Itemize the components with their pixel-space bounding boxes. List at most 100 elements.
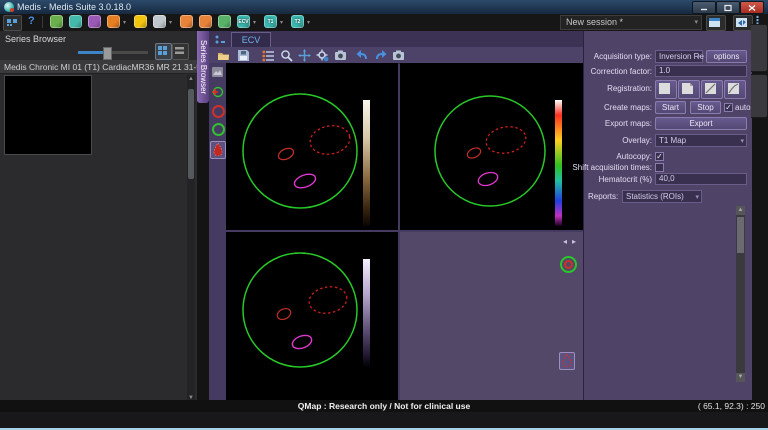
reports-select[interactable]: Statistics (ROIs)▾ bbox=[622, 190, 702, 203]
app-icon-8[interactable] bbox=[199, 15, 212, 28]
toolbox-vertical-tab[interactable] bbox=[751, 24, 768, 72]
scrollbar-thumb[interactable] bbox=[188, 89, 194, 179]
roi-contour-small[interactable] bbox=[276, 307, 293, 322]
redo-icon[interactable] bbox=[374, 49, 387, 62]
export-button[interactable]: Export bbox=[655, 117, 747, 130]
hematocrit-input[interactable]: 40,0 bbox=[655, 173, 747, 185]
series-thumbnail[interactable] bbox=[4, 75, 92, 155]
contour-list-icon[interactable] bbox=[262, 49, 275, 62]
epicardial-contour[interactable] bbox=[435, 96, 545, 206]
image-layers-icon[interactable] bbox=[211, 66, 224, 78]
t1-relaxation-chart[interactable] bbox=[402, 251, 558, 397]
maximize-button[interactable] bbox=[716, 1, 740, 14]
scroll-up-icon[interactable]: ▲ bbox=[187, 76, 195, 82]
camera-icon[interactable] bbox=[392, 49, 405, 62]
app-icon-9[interactable] bbox=[218, 15, 231, 28]
create-maps-label: Create maps: bbox=[604, 103, 652, 112]
scroll-down-icon[interactable]: ▼ bbox=[736, 373, 745, 382]
app-icon-10[interactable]: ECV bbox=[237, 15, 250, 28]
roi-contour-magenta[interactable] bbox=[291, 333, 314, 351]
registration-none-button[interactable] bbox=[655, 80, 677, 99]
correction-factor-input[interactable]: 1.0 bbox=[655, 65, 747, 77]
autocopy-label: Autocopy: bbox=[616, 152, 652, 161]
auto-checkbox[interactable]: ✓ bbox=[724, 103, 733, 112]
shift-times-checkbox[interactable] bbox=[655, 163, 664, 172]
series-browser-vertical-tab[interactable]: Series Browser bbox=[197, 31, 209, 103]
help-button[interactable]: ? bbox=[28, 15, 35, 27]
epicardial-contour[interactable] bbox=[243, 253, 357, 367]
series-scrollbar[interactable]: ▲ ▼ bbox=[187, 75, 195, 402]
app-icon-3[interactable] bbox=[88, 15, 101, 28]
list-view-button[interactable] bbox=[172, 43, 189, 60]
tab-ecv[interactable]: ECV bbox=[231, 32, 271, 48]
app-icon-12[interactable]: T2 bbox=[291, 15, 304, 28]
registration-rigid-button[interactable] bbox=[701, 80, 723, 99]
open-icon[interactable] bbox=[217, 49, 230, 62]
tab-scroll-right-icon[interactable]: ▸ bbox=[572, 237, 576, 246]
stop-button[interactable]: Stop bbox=[690, 101, 721, 114]
magnifier-icon[interactable] bbox=[280, 49, 293, 62]
overlay-select[interactable]: T1 Map▾ bbox=[655, 134, 747, 147]
pan-icon[interactable] bbox=[298, 49, 311, 62]
snapshot-icon[interactable] bbox=[334, 49, 347, 62]
epicardial-contour[interactable] bbox=[243, 94, 357, 208]
report-vertical-tab[interactable] bbox=[751, 74, 768, 118]
grid-view-button[interactable] bbox=[155, 43, 172, 60]
chevron-down-icon[interactable]: ▾ bbox=[169, 19, 172, 26]
scrollbar-thumb[interactable] bbox=[737, 217, 744, 253]
add-contour-icon[interactable] bbox=[211, 85, 224, 98]
roi-contour-magenta[interactable] bbox=[477, 170, 500, 188]
ecv-workspace: ECV bbox=[209, 31, 583, 400]
roi-contour-small[interactable] bbox=[466, 146, 482, 160]
apps-grid-button[interactable] bbox=[3, 15, 22, 31]
chevron-down-icon[interactable]: ▾ bbox=[253, 19, 256, 26]
endo-contour-icon[interactable] bbox=[212, 105, 225, 118]
blood-pool-tool-selected[interactable] bbox=[210, 141, 226, 159]
registration-deform-button[interactable] bbox=[724, 80, 746, 99]
slider-handle[interactable] bbox=[103, 47, 112, 60]
epi-contour-icon[interactable] bbox=[212, 123, 225, 136]
app-icon-2[interactable] bbox=[69, 15, 82, 28]
start-button[interactable]: Start bbox=[655, 101, 686, 114]
app-icon-5[interactable] bbox=[134, 15, 147, 28]
tables-scrollbar[interactable]: ▲ ▼ bbox=[736, 206, 745, 382]
study-label[interactable]: Medis Chronic MI 01 (T1) CardiacMR36 MR … bbox=[0, 60, 197, 74]
roi-contour-small[interactable] bbox=[277, 146, 296, 162]
save-icon[interactable] bbox=[237, 49, 250, 62]
session-select[interactable]: New session * ▾ bbox=[560, 15, 702, 30]
pin-panel-icon[interactable] bbox=[214, 34, 226, 45]
app-icon-4[interactable] bbox=[107, 15, 120, 28]
compare-button[interactable] bbox=[733, 15, 753, 31]
viewport-t1-native[interactable] bbox=[226, 63, 398, 230]
chevron-down-icon[interactable]: ▾ bbox=[123, 19, 126, 26]
app-icon-6[interactable] bbox=[153, 15, 166, 28]
undo-icon[interactable] bbox=[356, 49, 369, 62]
roi-contour-red[interactable] bbox=[308, 123, 352, 158]
chevron-down-icon: ▾ bbox=[694, 18, 698, 26]
app-icon-7[interactable] bbox=[180, 15, 193, 28]
roi-contour-red[interactable] bbox=[484, 124, 528, 157]
viewport-ecv-map[interactable] bbox=[400, 63, 583, 230]
options-button[interactable]: options bbox=[706, 50, 747, 63]
ecv-colorbar bbox=[552, 98, 564, 228]
chevron-down-icon[interactable]: ▾ bbox=[307, 19, 310, 26]
settings-gear-icon[interactable] bbox=[316, 49, 329, 62]
autocopy-checkbox[interactable]: ✓ bbox=[655, 152, 664, 161]
viewport-t1-post[interactable] bbox=[226, 232, 398, 400]
minimize-button[interactable] bbox=[692, 1, 716, 14]
chevron-down-icon: ▾ bbox=[696, 53, 700, 61]
roi-contour-red[interactable] bbox=[307, 284, 349, 316]
app-icon-1[interactable] bbox=[50, 15, 63, 28]
myocard-badge-icon[interactable] bbox=[560, 256, 577, 273]
tab-scroll-left-icon[interactable]: ◂ bbox=[563, 237, 567, 246]
scroll-up-icon[interactable]: ▲ bbox=[736, 206, 745, 215]
roi-contour-magenta[interactable] bbox=[293, 172, 318, 191]
app-icon-11[interactable]: T1 bbox=[264, 15, 277, 28]
layout-button[interactable] bbox=[706, 15, 726, 31]
blood-pool-badge-icon[interactable] bbox=[559, 352, 575, 370]
registration-fold-button[interactable] bbox=[678, 80, 700, 99]
acquisition-type-label: Acquisition type: bbox=[594, 52, 652, 61]
acquisition-type-select[interactable]: Inversion Re▾ bbox=[655, 50, 703, 63]
close-button[interactable] bbox=[740, 1, 764, 14]
chevron-down-icon[interactable]: ▾ bbox=[280, 19, 283, 26]
